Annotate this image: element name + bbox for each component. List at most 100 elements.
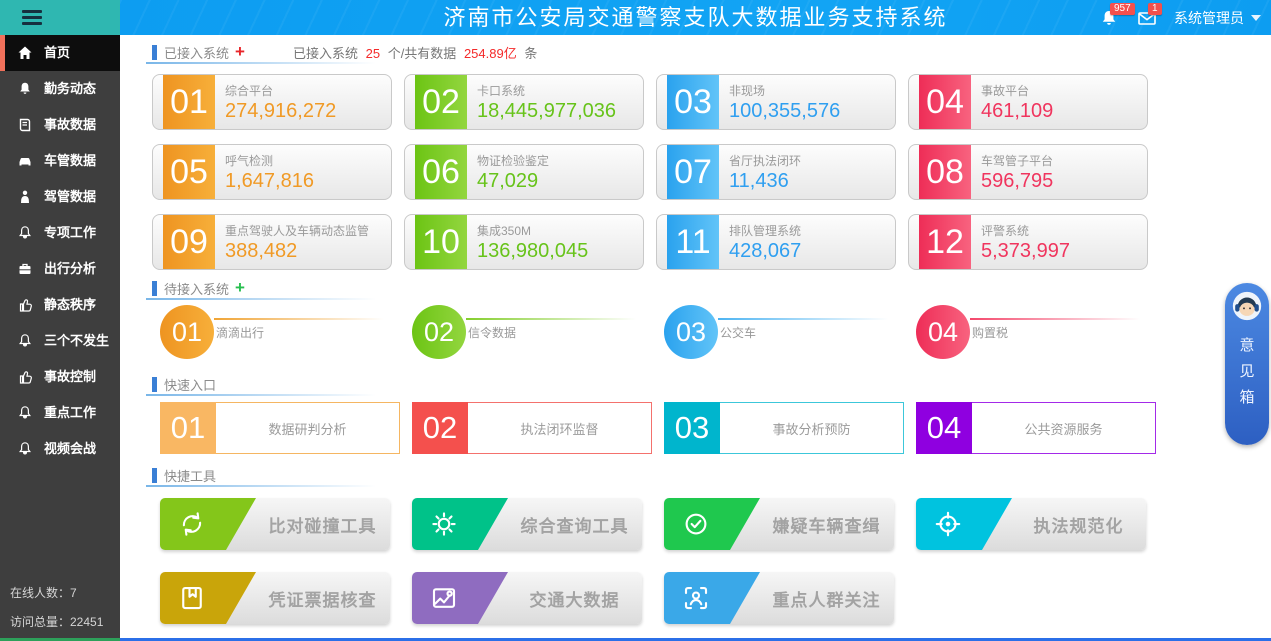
system-value: 47,029 [477, 169, 549, 193]
section-title: 快速入口 [164, 375, 216, 394]
section-underline [146, 62, 376, 64]
tool-key-people-focus[interactable]: 重点人群关注 [664, 572, 894, 624]
sidebar-item-label: 静态秩序 [44, 297, 116, 313]
quick-entry-enforcement-loop[interactable]: 02 执法闭环监督 [412, 402, 652, 454]
bell-icon [17, 81, 33, 97]
suggestion-box-button[interactable]: 意 见 箱 [1225, 283, 1269, 445]
sidebar-item-accident-control[interactable]: 事故控制 [0, 359, 120, 395]
system-card-08[interactable]: 08 车驾管子平台 596,795 [908, 144, 1148, 200]
tool-traffic-bigdata[interactable]: 交通大数据 [412, 572, 642, 624]
person-icon [17, 189, 33, 205]
mail-button[interactable]: 1 [1136, 7, 1158, 29]
summary-count: 25 [366, 46, 380, 61]
entry-number: 03 [664, 402, 720, 454]
quick-entry-data-analysis[interactable]: 01 数据研判分析 [160, 402, 400, 454]
pending-system-name: 公交车 [718, 324, 904, 341]
add-pending-system-button[interactable]: + [235, 281, 245, 295]
circle-number: 02 [424, 317, 454, 348]
sidebar-item-duty-status[interactable]: 勤务动态 [0, 71, 120, 107]
system-card-03[interactable]: 03 非现场 100,355,576 [656, 74, 896, 130]
sidebar-item-key-work[interactable]: 重点工作 [0, 395, 120, 431]
entry-label: 公共资源服务 [972, 402, 1156, 454]
sidebar-item-three-no-occur[interactable]: 三个不发生 [0, 323, 120, 359]
system-value: 5,373,997 [981, 239, 1070, 263]
sidebar-item-video-campaign[interactable]: 视频会战 [0, 431, 120, 467]
circle-number: 04 [928, 317, 958, 348]
tool-label: 综合查询工具 [507, 498, 642, 550]
quick-entry-public-resources[interactable]: 04 公共资源服务 [916, 402, 1156, 454]
entry-number: 02 [412, 402, 468, 454]
entry-label: 执法闭环监督 [468, 402, 652, 454]
system-card-10[interactable]: 10 集成350M 136,980,045 [404, 214, 644, 270]
thumbs-up-icon [17, 297, 33, 313]
suggestion-box-label: 见 [1239, 359, 1254, 385]
system-card-04[interactable]: 04 事故平台 461,109 [908, 74, 1148, 130]
user-menu[interactable]: 系统管理员 [1174, 8, 1261, 28]
summary-suffix: 条 [524, 46, 537, 61]
sidebar-item-static-order[interactable]: 静态秩序 [0, 287, 120, 323]
sidebar-item-label: 出行分析 [44, 261, 116, 277]
connected-systems-grid: 01 综合平台 274,916,272 02 卡口系统 18,445,977,0… [152, 74, 1271, 270]
quick-tools-grid: 比对碰撞工具 综合查询工具 嫌疑车辆查缉 [160, 498, 1271, 624]
system-name: 卡口系统 [477, 82, 616, 99]
notification-bell-button[interactable]: 957 [1098, 7, 1120, 29]
system-value: 274,916,272 [225, 99, 336, 123]
tool-law-standardization[interactable]: 执法规范化 [916, 498, 1146, 550]
sidebar-stats: 在线人数：7 访问总量：22451 [10, 572, 103, 630]
pending-system-02[interactable]: 02 信令数据 [412, 305, 652, 361]
card-number: 06 [422, 155, 460, 189]
sidebar: 首页 勤务动态 事故数据 车管数据 驾管数据 专项工作 出行分析 静态秩序 三个… [0, 35, 120, 638]
system-card-11[interactable]: 11 排队管理系统 428,067 [656, 214, 896, 270]
system-name: 评警系统 [981, 222, 1070, 239]
pending-system-name: 信令数据 [466, 324, 652, 341]
system-name: 省厅执法闭环 [729, 152, 801, 169]
thumbs-up-icon [17, 369, 33, 385]
bell-icon [17, 333, 33, 349]
menu-toggle-button[interactable] [0, 0, 120, 35]
user-name: 系统管理员 [1174, 8, 1244, 28]
system-card-02[interactable]: 02 卡口系统 18,445,977,036 [404, 74, 644, 130]
system-card-01[interactable]: 01 综合平台 274,916,272 [152, 74, 392, 130]
pending-system-03[interactable]: 03 公交车 [664, 305, 904, 361]
sidebar-item-vehicle-data[interactable]: 车管数据 [0, 143, 120, 179]
tool-integrated-query[interactable]: 综合查询工具 [412, 498, 642, 550]
bell-icon [17, 405, 33, 421]
quick-entry-accident-analysis[interactable]: 03 事故分析预防 [664, 402, 904, 454]
system-name: 非现场 [729, 82, 840, 99]
mail-badge: 1 [1148, 3, 1162, 15]
tool-voucher-check[interactable]: 凭证票据核查 [160, 572, 390, 624]
section-underline [146, 394, 376, 396]
tool-compare-collision[interactable]: 比对碰撞工具 [160, 498, 390, 550]
system-card-12[interactable]: 12 评警系统 5,373,997 [908, 214, 1148, 270]
sidebar-item-label: 事故控制 [44, 369, 116, 385]
system-name: 集成350M [477, 222, 588, 239]
crosshair-icon [933, 509, 963, 539]
system-card-07[interactable]: 07 省厅执法闭环 11,436 [656, 144, 896, 200]
pending-system-04[interactable]: 04 购置税 [916, 305, 1156, 361]
sidebar-item-special-work[interactable]: 专项工作 [0, 215, 120, 251]
system-name: 物证检验鉴定 [477, 152, 549, 169]
system-value: 1,647,816 [225, 169, 314, 193]
card-number: 04 [926, 85, 964, 119]
gear-icon [429, 509, 459, 539]
sidebar-item-travel-analysis[interactable]: 出行分析 [0, 251, 120, 287]
sidebar-item-label: 勤务动态 [44, 81, 116, 97]
notification-badge: 957 [1110, 3, 1135, 15]
add-system-button[interactable]: + [235, 45, 245, 59]
bell-icon [17, 441, 33, 457]
tool-label: 执法规范化 [1011, 498, 1146, 550]
sidebar-item-accident-data[interactable]: 事故数据 [0, 107, 120, 143]
bell-icon [17, 225, 33, 241]
recycle-icon [177, 509, 207, 539]
system-value: 461,109 [981, 99, 1053, 123]
system-card-06[interactable]: 06 物证检验鉴定 47,029 [404, 144, 644, 200]
pending-system-01[interactable]: 01 滴滴出行 [160, 305, 400, 361]
system-card-09[interactable]: 09 重点驾驶人及车辆动态监管 388,482 [152, 214, 392, 270]
system-card-05[interactable]: 05 呼气检测 1,647,816 [152, 144, 392, 200]
card-number: 08 [926, 155, 964, 189]
tool-suspect-vehicle[interactable]: 嫌疑车辆查缉 [664, 498, 894, 550]
card-number: 07 [674, 155, 712, 189]
sidebar-item-home[interactable]: 首页 [0, 35, 120, 71]
sidebar-item-driver-data[interactable]: 驾管数据 [0, 179, 120, 215]
sidebar-item-label: 视频会战 [44, 441, 116, 457]
